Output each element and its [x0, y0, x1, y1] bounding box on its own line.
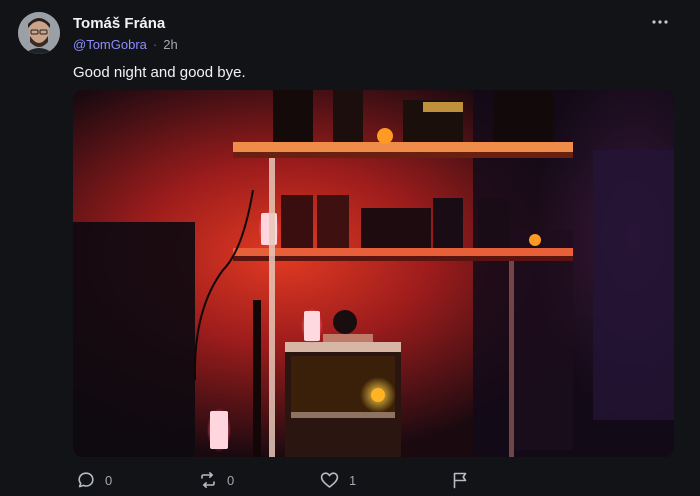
repost-count: 0	[227, 472, 235, 488]
post-timestamp[interactable]: 2h	[163, 37, 177, 52]
meta-separator: ·	[152, 37, 158, 52]
room-photo	[73, 90, 674, 457]
author-meta: @TomGobra · 2h	[73, 37, 178, 52]
reply-count: 0	[105, 472, 113, 488]
flag-icon	[453, 472, 467, 489]
post-actions: 0 0 1	[73, 468, 673, 492]
more-horizontal-icon	[652, 20, 668, 24]
avatar[interactable]	[18, 12, 60, 54]
avatar-portrait-icon	[18, 12, 60, 54]
post-text: Good night and good bye.	[73, 64, 246, 81]
post-card: Tomáš Frána @TomGobra · 2h Good night and …	[0, 0, 700, 496]
report-button[interactable]	[451, 468, 469, 492]
reply-icon	[78, 472, 94, 488]
like-count: 1	[349, 472, 357, 488]
more-options-button[interactable]	[652, 14, 668, 30]
like-button[interactable]: 1	[320, 468, 356, 492]
repost-icon	[201, 472, 215, 488]
repost-button[interactable]: 0	[199, 468, 234, 492]
heart-icon	[320, 472, 339, 488]
author-handle[interactable]: @TomGobra	[73, 37, 147, 52]
reply-button[interactable]: 0	[77, 468, 112, 492]
post-image[interactable]	[73, 90, 674, 457]
author-display-name[interactable]: Tomáš Frána	[73, 15, 165, 32]
